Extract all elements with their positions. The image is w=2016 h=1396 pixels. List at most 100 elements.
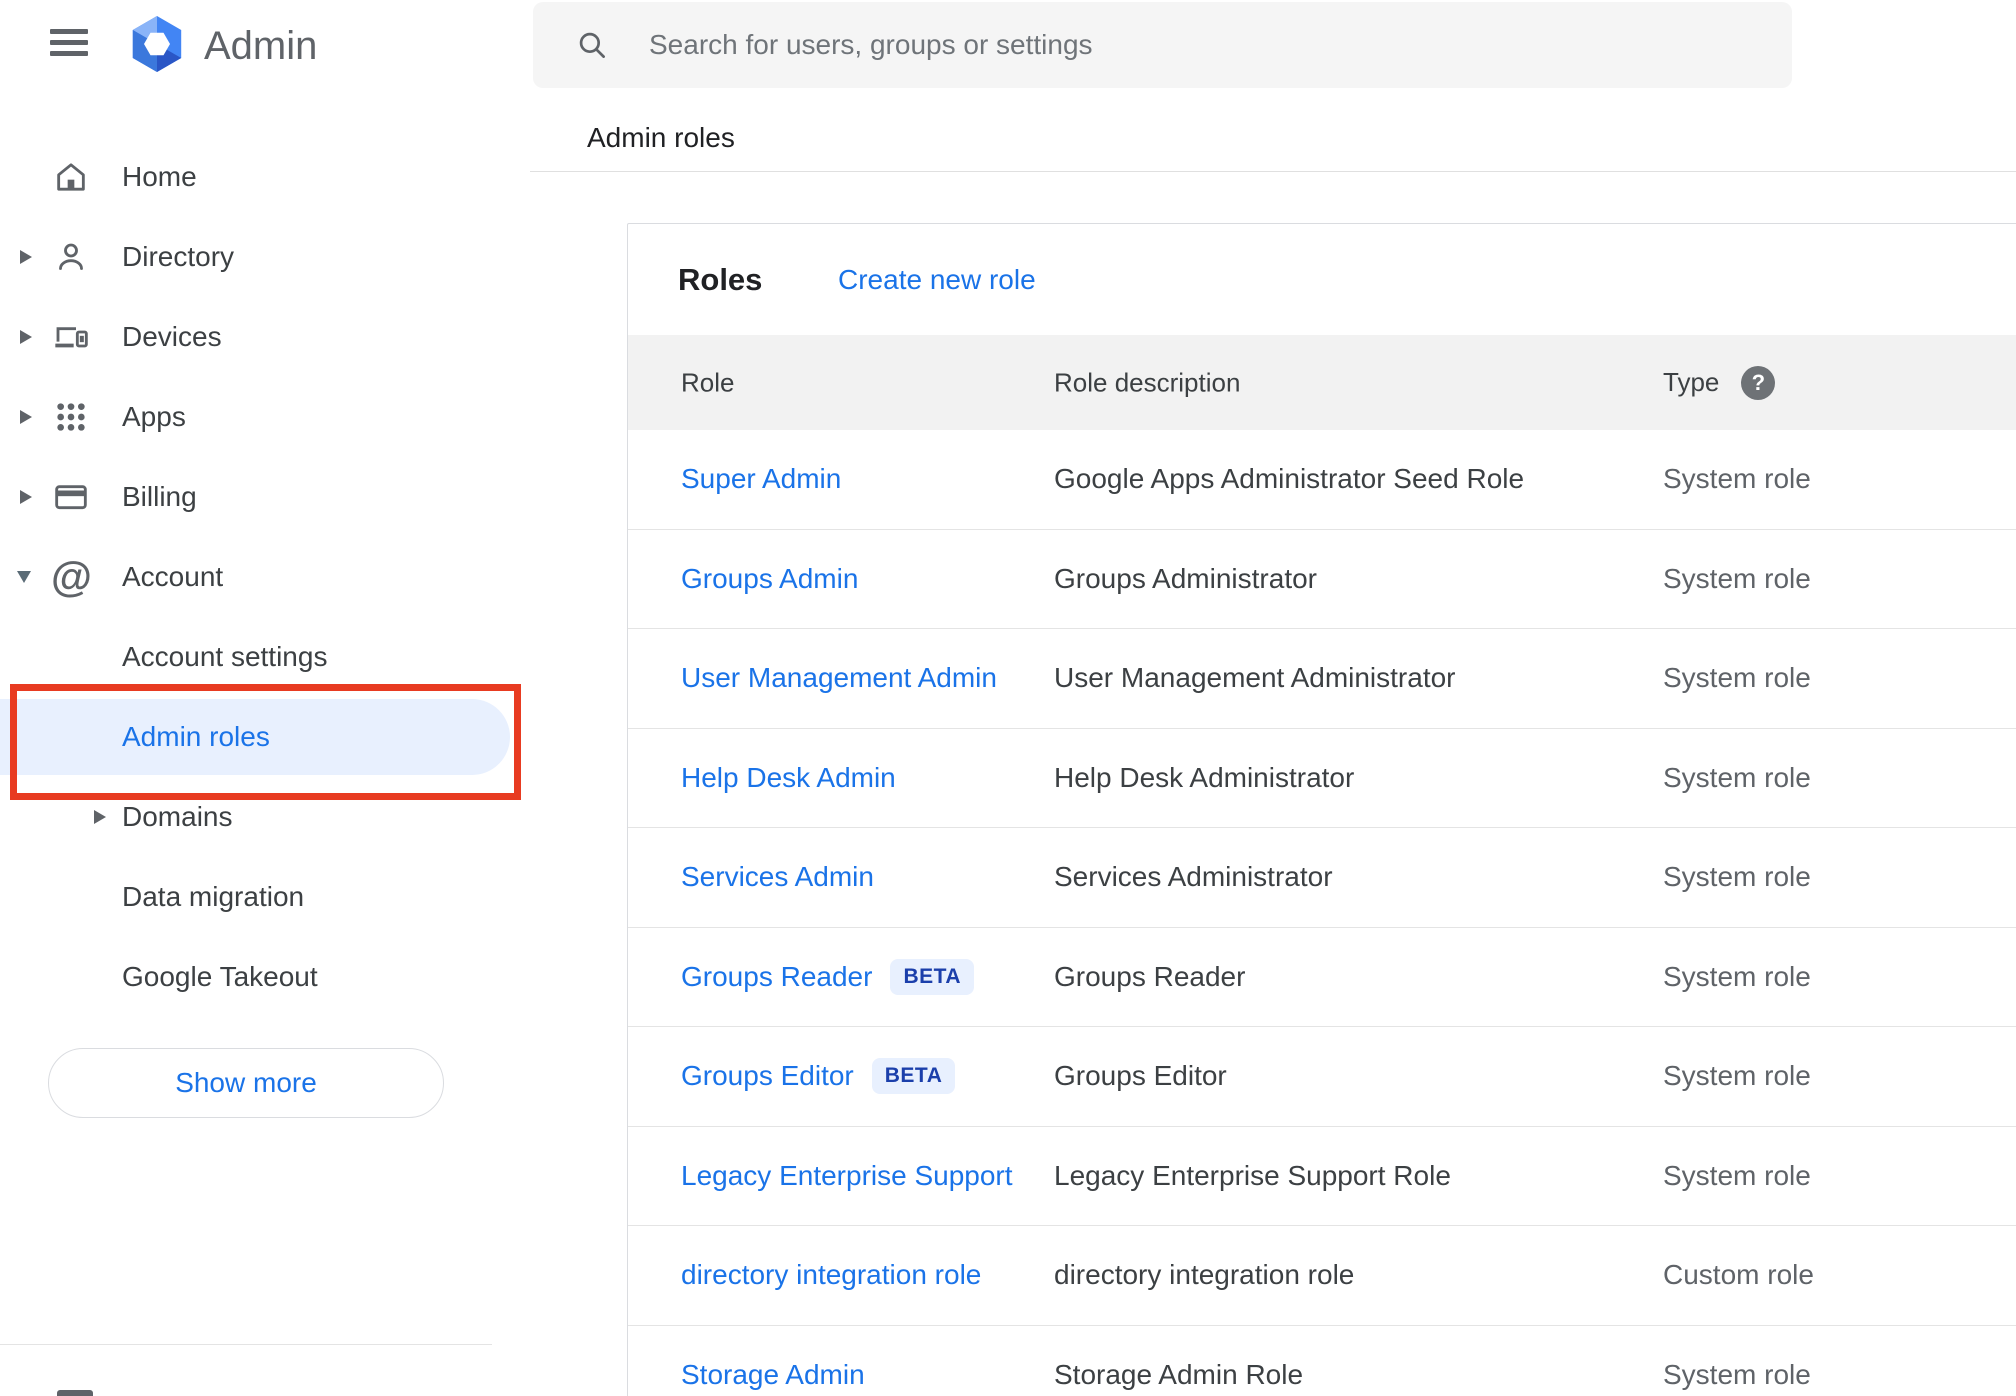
role-link[interactable]: Services Admin (681, 861, 874, 893)
role-cell: Super Admin (681, 463, 841, 495)
sidebar-item-label: Domains (122, 801, 233, 832)
role-cell: Services Admin (681, 861, 874, 893)
role-cell: Groups Admin (681, 563, 858, 595)
question-mark-icon[interactable]: ? (1741, 365, 1776, 400)
search-icon (575, 28, 609, 62)
search-input[interactable] (647, 28, 1792, 62)
role-type: System role (1663, 761, 1811, 793)
role-description: directory integration role (1054, 1259, 1355, 1291)
table-row: User Management Admin User Management Ad… (628, 629, 2016, 729)
admin-hexagon-logo (128, 15, 186, 78)
sidebar-item-label: Account (122, 561, 224, 592)
sidebar-item-account-settings[interactable]: Account settings (0, 617, 530, 697)
table-row: Services Admin Services Administrator Sy… (628, 828, 2016, 928)
breadcrumb: Admin roles (587, 122, 735, 153)
role-description: Help Desk Administrator (1054, 761, 1355, 793)
table-row: Legacy Enterprise Support Legacy Enterpr… (628, 1127, 2016, 1226)
person-icon (51, 237, 91, 277)
apps-grid-icon (51, 397, 91, 437)
role-type: System role (1663, 960, 1811, 992)
column-header-role: Role (681, 367, 735, 397)
credit-card-icon (51, 477, 91, 517)
column-header-role-description: Role description (1054, 367, 1241, 397)
table-header-row: Role Role description Type ? (628, 335, 2016, 430)
column-header-type: Type ? (1663, 365, 1776, 400)
role-description: Legacy Enterprise Support Role (1054, 1159, 1451, 1191)
admin-logo[interactable]: Admin (128, 15, 318, 78)
sidebar-nav: Home Directory Devices Apps Billing @ Ac… (0, 137, 530, 1017)
sidebar-item-home[interactable]: Home (0, 137, 530, 217)
google-admin-console: Admin Admin roles Home Directory Devices… (0, 0, 2016, 1396)
sidebar-item-devices[interactable]: Devices (0, 297, 530, 377)
role-link[interactable]: Groups Editor (681, 1060, 854, 1092)
role-link[interactable]: User Management Admin (681, 662, 997, 694)
sidebar-item-account[interactable]: @ Account (0, 537, 530, 617)
role-cell: User Management Admin (681, 662, 997, 694)
sidebar-item-label: Home (122, 161, 197, 192)
role-description: Storage Admin Role (1054, 1358, 1304, 1390)
role-link[interactable]: Groups Reader (681, 961, 872, 993)
role-cell: Groups Reader BETA (681, 958, 975, 995)
sidebar-item-label: Admin roles (122, 721, 270, 752)
sidebar-item-google-takeout[interactable]: Google Takeout (0, 937, 530, 1017)
table-row: Groups Admin Groups Administrator System… (628, 530, 2016, 629)
role-type: System role (1663, 463, 1811, 495)
sidebar-item-admin-roles[interactable]: Admin roles (0, 697, 530, 777)
role-description: Google Apps Administrator Seed Role (1054, 463, 1525, 495)
table-row: Groups Reader BETA Groups Reader System … (628, 928, 2016, 1027)
sidebar-item-label: Billing (122, 481, 197, 512)
search-bar[interactable] (533, 2, 1792, 88)
table-row: Super Admin Google Apps Administrator Se… (628, 430, 2016, 530)
role-type: System role (1663, 1358, 1811, 1390)
home-icon (51, 157, 91, 197)
role-description: Groups Editor (1054, 1060, 1227, 1092)
role-type: Custom role (1663, 1259, 1814, 1291)
sidebar-item-label: Directory (122, 241, 235, 272)
sidebar-item-label: Apps (122, 401, 186, 432)
sidebar-item-apps[interactable]: Apps (0, 377, 530, 457)
role-type: System role (1663, 562, 1811, 594)
sidebar-item-label: Devices (122, 321, 222, 352)
table-row: Groups Editor BETA Groups Editor System … (628, 1027, 2016, 1127)
role-link[interactable]: Storage Admin (681, 1359, 865, 1391)
roles-title: Roles (678, 261, 763, 297)
role-type: System role (1663, 662, 1811, 694)
role-cell: directory integration role (681, 1259, 981, 1291)
create-new-role-link[interactable]: Create new role (838, 264, 1036, 296)
at-sign-icon: @ (51, 553, 92, 600)
role-cell: Storage Admin (681, 1359, 865, 1391)
sidebar-item-directory[interactable]: Directory (0, 217, 530, 297)
clipped-bottom-icon (57, 1390, 93, 1396)
table-row: Storage Admin Storage Admin Role System … (628, 1326, 2016, 1396)
role-link[interactable]: directory integration role (681, 1259, 981, 1291)
role-link[interactable]: Legacy Enterprise Support (681, 1160, 1013, 1192)
role-type: System role (1663, 1060, 1811, 1092)
show-more-button[interactable]: Show more (48, 1048, 444, 1118)
sidebar-item-billing[interactable]: Billing (0, 457, 530, 537)
hamburger-menu-icon[interactable] (50, 29, 88, 56)
table-row: directory integration role directory int… (628, 1226, 2016, 1326)
sidebar-item-label: Data migration (122, 881, 305, 912)
expand-arrow-icon (20, 410, 32, 424)
beta-badge: BETA (871, 1058, 956, 1095)
role-description: Groups Administrator (1054, 562, 1317, 594)
sidebar-item-label: Google Takeout (122, 961, 318, 992)
role-cell: Groups Editor BETA (681, 1058, 956, 1095)
role-type: System role (1663, 1159, 1811, 1191)
role-description: User Management Administrator (1054, 662, 1456, 694)
roles-panel-header: Roles Create new role (628, 224, 2016, 335)
sidebar-item-domains[interactable]: Domains (0, 777, 530, 857)
role-cell: Help Desk Admin (681, 762, 896, 794)
role-type: System role (1663, 861, 1811, 893)
roles-table-body: Super Admin Google Apps Administrator Se… (628, 430, 2016, 1396)
expand-arrow-icon (20, 250, 32, 264)
sidebar-item-data-migration[interactable]: Data migration (0, 857, 530, 937)
table-row: Help Desk Admin Help Desk Administrator … (628, 729, 2016, 828)
role-link[interactable]: Groups Admin (681, 563, 858, 595)
logo-text: Admin (204, 23, 318, 68)
expand-arrow-icon (20, 490, 32, 504)
devices-icon (51, 317, 91, 357)
role-link[interactable]: Help Desk Admin (681, 762, 896, 794)
role-description: Services Administrator (1054, 861, 1333, 893)
role-link[interactable]: Super Admin (681, 463, 841, 495)
